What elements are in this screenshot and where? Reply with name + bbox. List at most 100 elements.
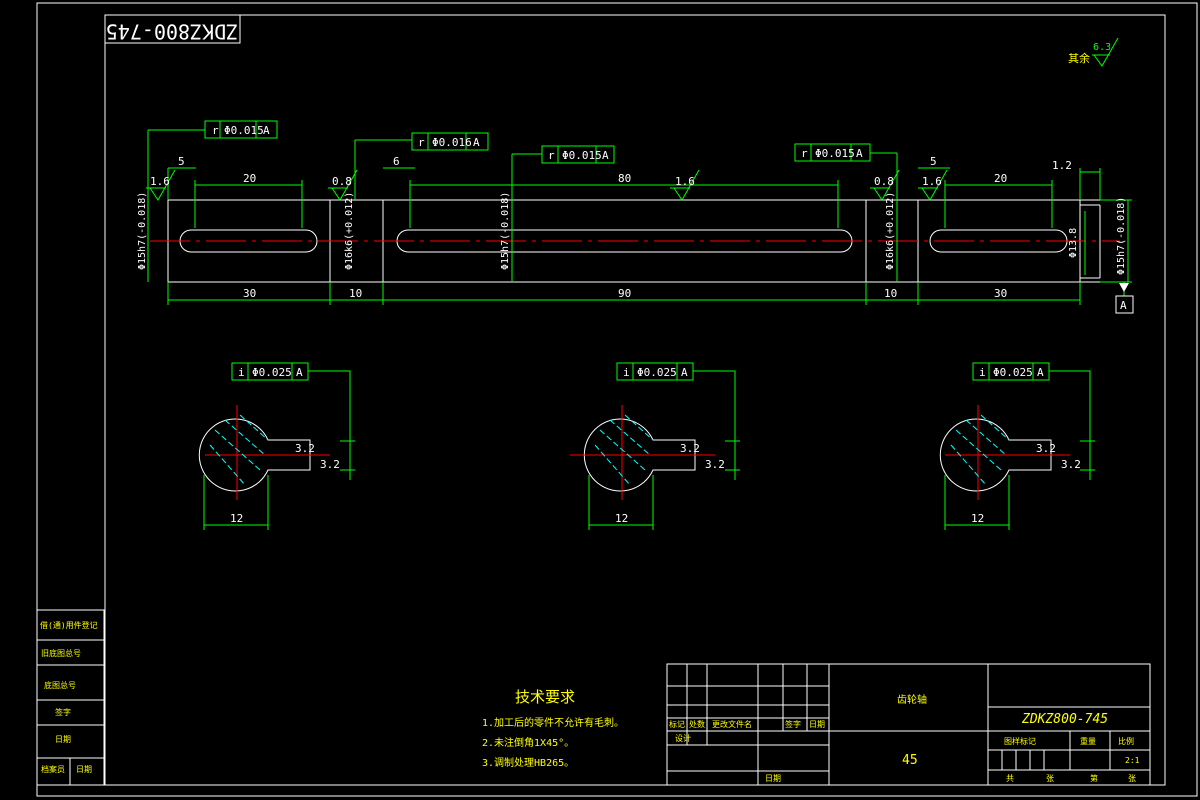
bottom-dimension-texts: 30 10 90 10 30	[243, 287, 1007, 300]
roughness-other: 其余 6.3	[1068, 37, 1119, 67]
svg-text:3.2: 3.2	[1036, 442, 1056, 455]
svg-text:重量: 重量	[1080, 736, 1096, 746]
svg-text:标记: 标记	[669, 719, 685, 729]
datum-a: A	[1115, 283, 1134, 314]
svg-text:3.2: 3.2	[320, 458, 340, 471]
svg-text:Φ0.025: Φ0.025	[993, 366, 1033, 379]
svg-text:3.2: 3.2	[680, 442, 700, 455]
svg-text:比例: 比例	[1118, 736, 1134, 746]
svg-text:设计: 设计	[675, 733, 691, 743]
svg-text:张: 张	[1128, 774, 1136, 783]
svg-text:2.未注倒角1X45°。: 2.未注倒角1X45°。	[482, 736, 574, 749]
svg-text:旧底图总号: 旧底图总号	[41, 648, 81, 658]
svg-text:Φ13.8: Φ13.8	[1068, 228, 1079, 258]
svg-text:A: A	[681, 366, 688, 379]
svg-text:3.2: 3.2	[1061, 458, 1081, 471]
svg-text:1.6: 1.6	[675, 175, 695, 188]
svg-text:r: r	[212, 124, 219, 137]
svg-text:A: A	[602, 149, 609, 162]
svg-text:r: r	[801, 147, 808, 160]
svg-text:r: r	[418, 136, 425, 149]
svg-text:5: 5	[930, 155, 937, 168]
svg-text:签字: 签字	[785, 719, 801, 729]
svg-text:10: 10	[884, 287, 897, 300]
svg-text:0.8: 0.8	[874, 175, 894, 188]
runout-frame-1: r Φ0.015 A	[204, 120, 278, 139]
left-strip-text: 借(通)用件登记 旧底图总号 底图总号 签字 日期 档案员 日期	[40, 620, 98, 774]
svg-text:12: 12	[615, 512, 628, 525]
svg-text:6: 6	[393, 155, 400, 168]
svg-text:90: 90	[618, 287, 631, 300]
svg-text:处数: 处数	[689, 719, 705, 729]
svg-text:第: 第	[1090, 773, 1098, 783]
svg-text:r: r	[548, 149, 555, 162]
svg-text:20: 20	[994, 172, 1007, 185]
outer-border	[36, 2, 1198, 797]
section-center: i Φ0.025 A 12 3.2 3.2	[570, 362, 740, 530]
svg-text:3.2: 3.2	[295, 442, 315, 455]
svg-text:A: A	[263, 124, 270, 137]
svg-text:1.2: 1.2	[1052, 159, 1072, 172]
svg-text:日期: 日期	[809, 720, 825, 729]
diameter-labels: Φ15h7(-0.018) Φ16k6(+0.012) Φ15h7(-0.018…	[137, 192, 1127, 275]
svg-text:底图总号: 底图总号	[44, 680, 76, 690]
svg-text:Φ15h7(-0.018): Φ15h7(-0.018)	[500, 192, 511, 270]
svg-text:A: A	[856, 147, 863, 160]
svg-text:Φ15h7(-0.018): Φ15h7(-0.018)	[137, 192, 148, 270]
svg-text:借(通)用件登记: 借(通)用件登记	[40, 620, 98, 630]
drawing-number-stamp: ZDKZ800-745	[104, 14, 241, 44]
roughness-other-value: 6.3	[1093, 42, 1111, 53]
svg-text:Φ0.025: Φ0.025	[252, 366, 292, 379]
svg-text:更改文件名: 更改文件名	[712, 719, 752, 729]
runout-frame-2: r Φ0.016 A	[411, 132, 489, 151]
svg-text:A: A	[296, 366, 303, 379]
svg-text:A: A	[1120, 299, 1127, 312]
svg-text:张: 张	[1046, 774, 1054, 783]
svg-text:Φ16k6(+0.012): Φ16k6(+0.012)	[344, 192, 355, 270]
svg-text:80: 80	[618, 172, 631, 185]
svg-text:图样标记: 图样标记	[1004, 736, 1036, 746]
svg-text:30: 30	[994, 287, 1007, 300]
svg-text:20: 20	[243, 172, 256, 185]
scale: 2:1	[1125, 756, 1140, 765]
svg-text:12: 12	[971, 512, 984, 525]
svg-text:i: i	[979, 366, 986, 379]
part-name: 齿轮轴	[897, 693, 927, 706]
svg-text:A: A	[1037, 366, 1044, 379]
svg-text:Φ0.015: Φ0.015	[224, 124, 264, 137]
stamp-text: ZDKZ800-745	[106, 20, 238, 44]
requirements-title: 技术要求	[515, 688, 575, 706]
svg-text:Φ0.015: Φ0.015	[562, 149, 602, 162]
svg-text:Φ15h7(-0.018): Φ15h7(-0.018)	[1116, 197, 1127, 275]
top-dimension-lines	[147, 129, 1132, 296]
section-right: i Φ0.025 A 12 3.2 3.2	[939, 362, 1095, 530]
runout-frame-3: r Φ0.015 A	[541, 145, 615, 164]
svg-text:1.6: 1.6	[150, 175, 170, 188]
svg-text:10: 10	[349, 287, 362, 300]
material: 45	[902, 753, 918, 768]
svg-text:Φ0.015: Φ0.015	[815, 147, 855, 160]
drawing-canvas: ZDKZ800-745 其余 6.3 r Φ0.015 A r Φ0.016 A…	[36, 2, 1198, 797]
svg-text:3.2: 3.2	[705, 458, 725, 471]
roughness-values: 1.6 0.8 1.6 0.8 1.6	[150, 175, 942, 188]
svg-text:共: 共	[1006, 774, 1014, 783]
svg-text:Φ0.016: Φ0.016	[432, 136, 472, 149]
svg-text:日期: 日期	[55, 735, 71, 744]
left-strip	[36, 609, 105, 786]
svg-text:i: i	[238, 366, 245, 379]
svg-text:12: 12	[230, 512, 243, 525]
roughness-other-label: 其余	[1068, 51, 1090, 65]
svg-text:Φ16k6(+0.012): Φ16k6(+0.012)	[885, 192, 896, 270]
svg-text:签字: 签字	[55, 707, 71, 717]
svg-text:日期: 日期	[765, 774, 781, 783]
svg-text:0.8: 0.8	[332, 175, 352, 188]
svg-text:A: A	[473, 136, 480, 149]
svg-text:档案员: 档案员	[41, 764, 65, 774]
svg-text:3.调制处理HB265。: 3.调制处理HB265。	[482, 756, 574, 769]
drawing-number: ZDKZ800-745	[1021, 712, 1108, 727]
svg-text:1.6: 1.6	[922, 175, 942, 188]
runout-frame-4: r Φ0.015 A	[794, 143, 871, 162]
svg-text:i: i	[623, 366, 630, 379]
svg-text:1.加工后的零件不允许有毛刺。: 1.加工后的零件不允许有毛刺。	[482, 716, 624, 729]
svg-text:5: 5	[178, 155, 185, 168]
